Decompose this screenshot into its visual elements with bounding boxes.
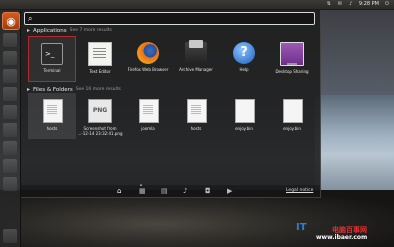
tile-label: Firefox Web Browser — [127, 67, 169, 72]
tile-label: joomla — [141, 126, 155, 131]
launcher-item-libreoffice-calc[interactable] — [3, 87, 17, 101]
wallpaper-lake — [315, 95, 394, 195]
tile-label: Desktop Sharing — [275, 69, 309, 74]
see-more-link[interactable]: See 7 more results — [70, 28, 112, 33]
video-lens-icon[interactable]: ▶ — [227, 187, 232, 195]
app-tile-archive-manager[interactable]: Archive Manager — [172, 36, 220, 82]
legal-notice-link[interactable]: Legal notice — [286, 188, 313, 193]
clock[interactable]: 9:28 PM — [359, 0, 379, 9]
app-tile-help[interactable]: ? Help — [220, 36, 268, 82]
tile-label: Text Editor — [89, 69, 111, 74]
binary-icon — [235, 99, 255, 123]
power-icon[interactable]: ⏻ — [384, 2, 390, 7]
tile-label: Terminal — [43, 68, 61, 73]
tile-label: hosts — [190, 126, 202, 131]
file-tile-hosts-2[interactable]: hosts — [172, 93, 220, 139]
launcher: ◉ — [0, 9, 21, 247]
launcher-item-workspaces[interactable] — [3, 177, 17, 191]
tile-label: Archive Manager — [179, 67, 213, 72]
files-lens-icon[interactable]: ▤ — [161, 187, 168, 195]
ubuntu-logo-icon: ◉ — [6, 14, 16, 28]
text-editor-icon — [88, 42, 112, 66]
dash-home-button[interactable]: ◉ — [2, 12, 20, 30]
tile-label: enjoy.bin — [235, 126, 253, 131]
launcher-item-software-center[interactable] — [3, 123, 17, 137]
dash-overlay: ⌕ ▸ Applications See 7 more results >_ T… — [20, 9, 321, 198]
firefox-icon — [137, 42, 159, 64]
watermark-logo: IT — [296, 222, 307, 233]
launcher-item-firefox[interactable] — [3, 51, 17, 65]
system-tray: ⇅ ✉ ♪ 9:28 PM ⏻ — [326, 0, 390, 9]
app-tile-terminal[interactable]: >_ Terminal — [28, 36, 76, 82]
network-icon[interactable]: ⇅ — [326, 2, 332, 7]
volume-icon[interactable]: ♪ — [348, 2, 354, 7]
files-grid: hosts PNG Screenshot from ...-12-14 23:3… — [28, 93, 316, 139]
file-tile-joomla[interactable]: joomla — [124, 93, 172, 139]
file-tile-hosts[interactable]: hosts — [28, 93, 76, 139]
tile-label: Help — [239, 67, 249, 72]
app-tile-firefox[interactable]: Firefox Web Browser — [124, 36, 172, 82]
mail-icon[interactable]: ✉ — [337, 2, 343, 7]
launcher-item-libreoffice-writer[interactable] — [3, 69, 17, 83]
app-tile-text-editor[interactable]: Text Editor — [76, 36, 124, 82]
launcher-item-system-settings[interactable] — [3, 159, 17, 173]
launcher-item-ubuntu-one[interactable] — [3, 141, 17, 155]
lens-bar: ⌂ ▦ ▤ ♪ ◘ ▶ — [20, 185, 320, 197]
watermark-url: www.ibaer.com — [316, 234, 368, 241]
file-tile-screenshot[interactable]: PNG Screenshot from ...-12-14 23:32:41.p… — [76, 93, 124, 139]
app-tile-desktop-sharing[interactable]: Desktop Sharing — [268, 36, 316, 82]
top-panel: ⇅ ✉ ♪ 9:28 PM ⏻ — [0, 0, 394, 10]
expander-icon: ▸ — [27, 86, 31, 93]
binary-icon — [283, 99, 303, 123]
png-icon: PNG — [88, 99, 112, 123]
files-section-header: ▸ Files & Folders See 16 more results — [27, 86, 121, 93]
tile-label: hosts — [46, 126, 58, 131]
expander-icon: ▸ — [27, 27, 31, 34]
applications-lens-icon[interactable]: ▦ — [139, 187, 146, 195]
music-lens-icon[interactable]: ♪ — [183, 187, 187, 195]
launcher-item-trash[interactable] — [3, 229, 17, 243]
archive-icon — [185, 40, 207, 64]
section-title: Files & Folders — [33, 86, 73, 93]
section-title: Applications — [33, 27, 67, 34]
launcher-item-home-folder[interactable] — [3, 33, 17, 47]
search-icon: ⌕ — [28, 14, 33, 23]
help-icon: ? — [233, 42, 255, 64]
document-icon — [187, 99, 207, 123]
see-more-link[interactable]: See 16 more results — [76, 87, 121, 92]
file-tile-enjoy-bin-2[interactable]: enjoy.bin — [268, 93, 316, 139]
search-input[interactable] — [37, 13, 307, 24]
launcher-item-libreoffice-impress[interactable] — [3, 105, 17, 119]
home-lens-icon[interactable]: ⌂ — [117, 187, 121, 195]
document-icon — [139, 99, 159, 123]
site-watermark: IT 电脑百事网 www.ibaer.com — [296, 222, 392, 244]
photo-lens-icon[interactable]: ◘ — [205, 187, 211, 195]
tile-label: enjoy.bin — [283, 126, 301, 131]
tile-label-line2: ...-12-14 23:32:41.png — [77, 131, 123, 136]
dash-search-box[interactable]: ⌕ — [24, 12, 315, 25]
applications-grid: >_ Terminal Text Editor Firefox Web Brow… — [28, 36, 316, 82]
terminal-icon: >_ — [41, 43, 63, 65]
applications-section-header: ▸ Applications See 7 more results — [27, 27, 112, 34]
file-tile-enjoy-bin[interactable]: enjoy.bin — [220, 93, 268, 139]
desktop-sharing-icon — [280, 42, 304, 66]
document-icon — [43, 99, 63, 123]
